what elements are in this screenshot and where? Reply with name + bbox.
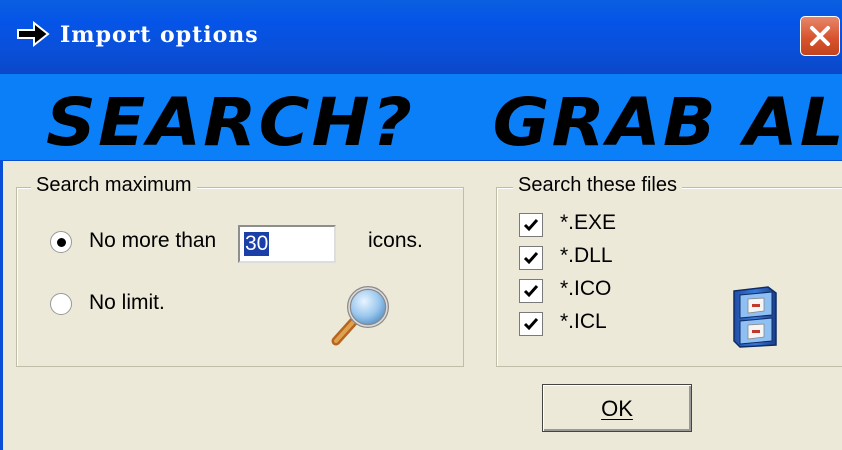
- dll-label: *.DLL: [560, 244, 613, 267]
- radio-selected-dot: [57, 238, 66, 247]
- ok-button-label: OK: [601, 396, 633, 421]
- banner: SEARCH? GRAB ALL !!: [0, 74, 842, 161]
- dll-checkbox[interactable]: [519, 246, 543, 270]
- search-files-group: Search these files: [496, 174, 842, 367]
- check-icon: [523, 219, 539, 232]
- exe-label: *.EXE: [560, 211, 617, 234]
- no-limit-label: No limit.: [89, 291, 165, 314]
- import-options-dialog: Import options SEARCH? GRAB ALL !! Searc…: [0, 0, 842, 450]
- close-icon: [810, 26, 830, 46]
- window-left-border: [0, 160, 3, 450]
- banner-text: SEARCH? GRAB ALL !!: [46, 84, 842, 161]
- title-bar[interactable]: Import options: [0, 0, 842, 74]
- search-maximum-label: Search maximum: [31, 174, 197, 197]
- magnifier-icon: [331, 286, 389, 346]
- check-icon: [523, 252, 539, 265]
- window-title: Import options: [60, 22, 259, 48]
- search-files-label: Search these files: [513, 174, 682, 197]
- no-limit-radio[interactable]: [50, 293, 72, 315]
- ico-label: *.ICO: [560, 277, 612, 300]
- ok-button[interactable]: OK: [542, 384, 692, 432]
- ico-checkbox[interactable]: [519, 279, 543, 303]
- close-button[interactable]: [800, 16, 840, 56]
- no-more-than-label: No more than: [89, 229, 217, 252]
- file-cabinet-icon: [733, 286, 777, 348]
- icl-label: *.ICL: [560, 310, 607, 333]
- no-more-than-radio[interactable]: [50, 231, 72, 253]
- icon-limit-value: 30: [244, 232, 270, 256]
- search-maximum-group: Search maximum: [16, 174, 464, 367]
- icl-checkbox[interactable]: [519, 312, 543, 336]
- exe-checkbox[interactable]: [519, 213, 543, 237]
- right-arrow-icon: [17, 21, 50, 47]
- icon-limit-input[interactable]: 30: [238, 225, 336, 263]
- icons-unit-label: icons.: [368, 229, 423, 252]
- check-icon: [523, 318, 539, 331]
- check-icon: [523, 285, 539, 298]
